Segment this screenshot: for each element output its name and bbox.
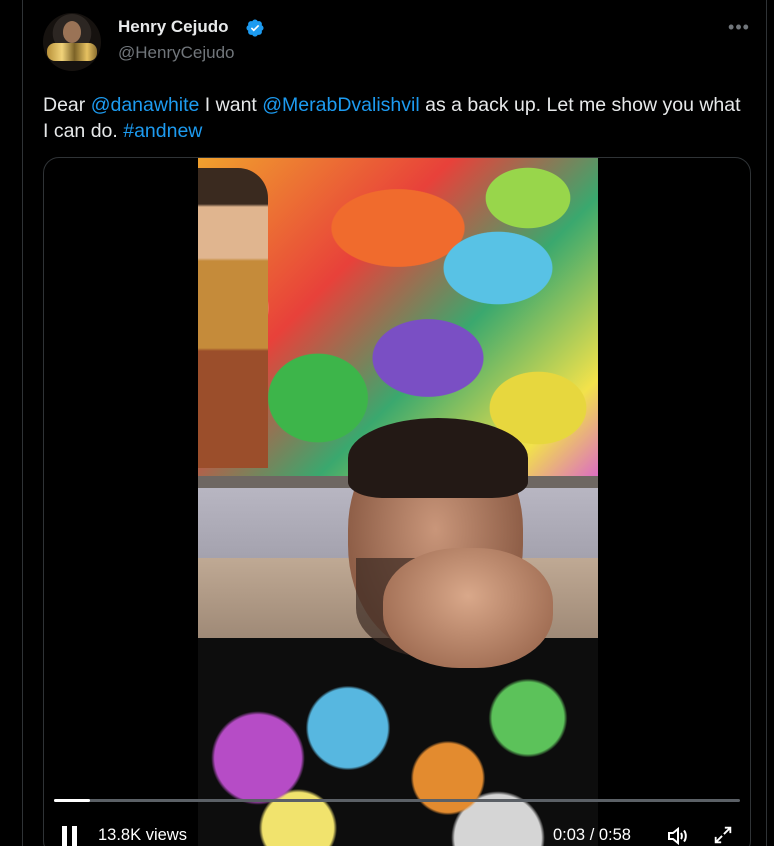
mention-link[interactable]: @MerabDvalishvil [262, 94, 419, 116]
tweet-text: Dear @danawhite I want @MerabDvalishvil … [43, 92, 743, 144]
painting-figure [198, 168, 268, 468]
video-progress-bar[interactable] [54, 799, 740, 802]
mention-link[interactable]: @danawhite [91, 94, 200, 116]
hashtag-link[interactable]: #andnew [123, 120, 202, 142]
volume-icon[interactable] [664, 824, 690, 846]
more-horizontal-icon[interactable]: ••• [728, 16, 750, 38]
tweet-text-segment: I want [199, 94, 263, 116]
author-handle[interactable]: @HenryCejudo [118, 43, 234, 63]
pause-icon[interactable] [60, 826, 80, 846]
column-border-left [22, 0, 23, 846]
shirt [198, 638, 598, 846]
tweet-text-segment: Dear [43, 94, 91, 116]
video-player[interactable]: 13.8K views 0:03 / 0:58 [43, 157, 751, 846]
video-controls: 13.8K views 0:03 / 0:58 [44, 820, 750, 846]
avatar-face [63, 21, 81, 43]
verified-badge-icon[interactable] [245, 18, 265, 38]
author-name[interactable]: Henry Cejudo [118, 17, 229, 37]
person-hand [383, 548, 553, 668]
time-display: 0:03 / 0:58 [553, 826, 631, 844]
video-progress-fill [54, 799, 90, 802]
view-count: 13.8K views [98, 826, 187, 844]
column-border-right [766, 0, 767, 846]
video-frame[interactable] [198, 158, 598, 846]
avatar-belt [47, 43, 97, 61]
fullscreen-icon[interactable] [712, 824, 734, 846]
person-hair [348, 418, 528, 498]
avatar[interactable] [43, 13, 101, 71]
